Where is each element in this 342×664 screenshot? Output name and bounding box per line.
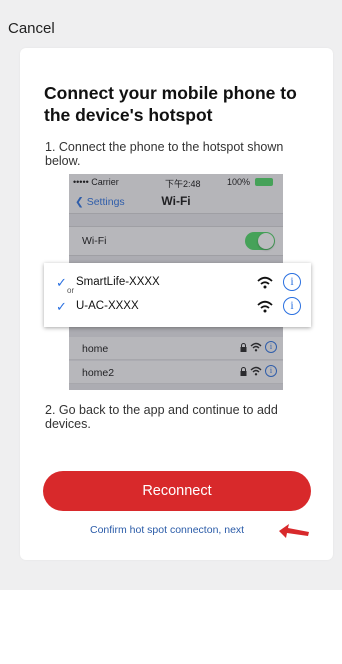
step-two-text: 2. Go back to the app and continue to ad… bbox=[45, 403, 278, 431]
hotspot-option: ✓ SmartLife-XXXX i bbox=[44, 273, 311, 295]
hotspot-name: U-AC-XXXX bbox=[76, 300, 139, 312]
wifi-icon bbox=[257, 276, 273, 289]
page-title: Connect your mobile phone to the device'… bbox=[44, 83, 297, 125]
reconnect-button[interactable]: Reconnect bbox=[43, 471, 311, 511]
info-icon: i bbox=[283, 273, 301, 291]
hotspot-popup: ✓ SmartLife-XXXX i or ✓ U-AC-XXXX i bbox=[44, 263, 311, 327]
step-one-text: 1. Connect the phone to the hotspot show… bbox=[45, 140, 284, 168]
check-icon: ✓ bbox=[56, 275, 67, 290]
confirm-next-link[interactable]: Confirm hot spot connecton, next bbox=[90, 524, 244, 536]
cancel-button[interactable]: Cancel bbox=[8, 20, 55, 37]
hotspot-name: SmartLife-XXXX bbox=[76, 276, 160, 288]
hotspot-option: ✓ U-AC-XXXX i bbox=[44, 297, 311, 319]
info-icon: i bbox=[283, 297, 301, 315]
check-icon: ✓ bbox=[56, 299, 67, 314]
arrow-icon bbox=[279, 524, 309, 538]
wifi-icon bbox=[257, 300, 273, 313]
or-label: or bbox=[67, 286, 75, 295]
